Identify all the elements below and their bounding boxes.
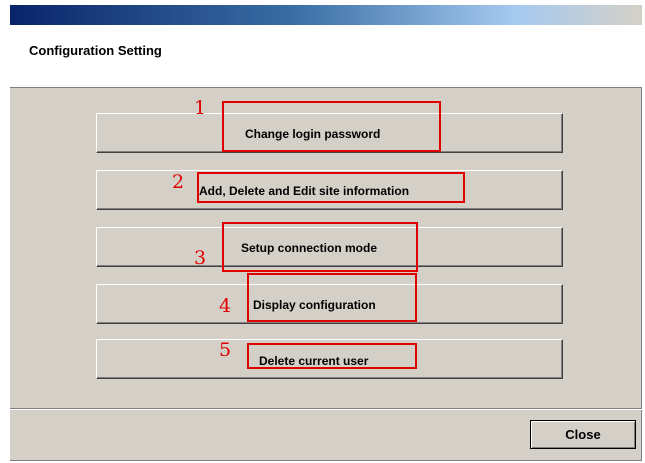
button-label: Delete current user — [259, 354, 369, 368]
dialog-header: Configuration Setting — [10, 25, 642, 88]
delete-current-user-button[interactable]: Delete current user — [96, 339, 563, 379]
button-label: Add, Delete and Edit site information — [199, 184, 410, 198]
display-configuration-button[interactable]: Display configuration — [96, 284, 563, 324]
edit-site-information-button[interactable]: Add, Delete and Edit site information — [96, 170, 563, 210]
title-bar[interactable] — [10, 5, 642, 25]
close-button[interactable]: Close — [530, 420, 636, 449]
button-label: Display configuration — [253, 298, 376, 312]
button-label: Change login password — [245, 127, 381, 141]
button-label: Setup connection mode — [241, 241, 378, 255]
configuration-dialog: Configuration Setting Change login passw… — [10, 5, 642, 461]
setup-connection-mode-button[interactable]: Setup connection mode — [96, 227, 563, 267]
footer-divider — [10, 408, 642, 410]
page-title: Configuration Setting — [29, 43, 162, 58]
change-login-password-button[interactable]: Change login password — [96, 113, 563, 153]
